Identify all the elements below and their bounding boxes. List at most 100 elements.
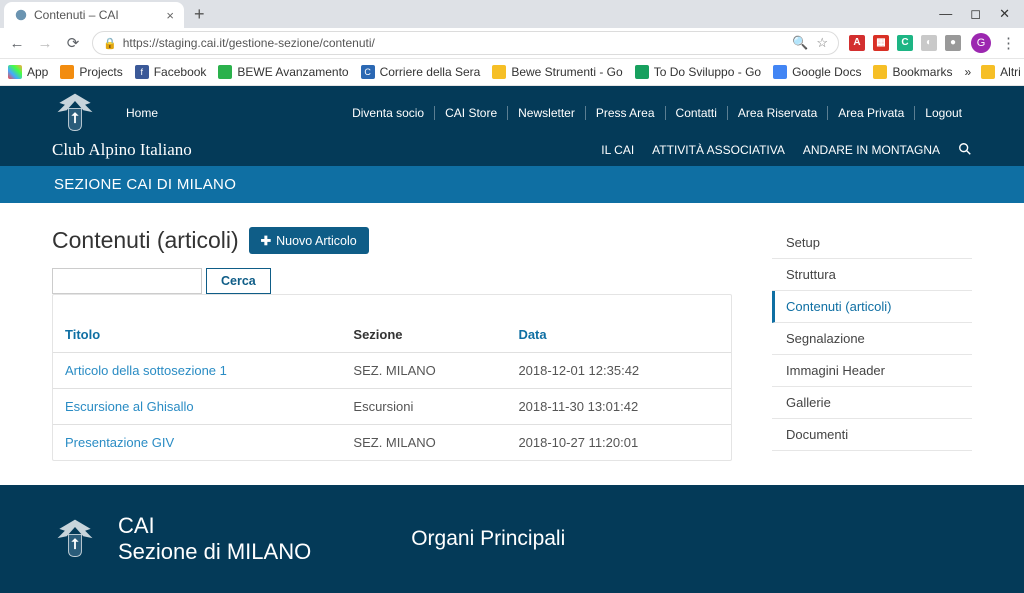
star-icon[interactable]: ☆ [816, 35, 828, 51]
site-title[interactable]: Club Alpino Italiano [52, 140, 192, 160]
maximize-icon[interactable]: ◻ [970, 6, 981, 22]
article-link[interactable]: Escursione al Ghisallo [65, 399, 194, 414]
side-gallerie[interactable]: Gallerie [772, 387, 972, 418]
drive-icon [492, 65, 506, 79]
nav-attivita[interactable]: ATTIVITÀ ASSOCIATIVA [652, 143, 785, 157]
search-input[interactable] [52, 268, 202, 294]
folder-icon [60, 65, 74, 79]
forward-button[interactable]: → [36, 35, 54, 52]
url-text: https://staging.cai.it/gestione-sezione/… [123, 36, 375, 50]
bookmark-bewe-av[interactable]: BEWE Avanzamento [218, 65, 348, 79]
ext-adobe-icon[interactable]: A [849, 35, 865, 51]
ext-red-icon[interactable]: ▦ [873, 35, 889, 51]
browser-tab[interactable]: Contenuti – CAI × [4, 2, 184, 28]
side-nav: Setup Struttura Contenuti (articoli) Seg… [772, 227, 972, 451]
content-area: Contenuti (articoli) ✚ Nuovo Articolo Ce… [0, 203, 1024, 485]
tab-favicon-icon [14, 8, 28, 22]
lock-icon: 🔒 [103, 37, 117, 50]
site-header: Home Diventa socio CAI Store Newsletter … [0, 86, 1024, 166]
sheet-icon [218, 65, 232, 79]
bookmark-todo[interactable]: To Do Sviluppo - Go [635, 65, 761, 79]
bookmark-bewe-str[interactable]: Bewe Strumenti - Go [492, 65, 622, 79]
side-struttura[interactable]: Struttura [772, 259, 972, 290]
ext-green-icon[interactable]: C [897, 35, 913, 51]
bookmark-overflow[interactable]: » [964, 65, 971, 79]
bookmark-facebook[interactable]: fFacebook [135, 65, 207, 79]
cell-sezione: SEZ. MILANO [341, 425, 506, 461]
search-button[interactable]: Cerca [206, 268, 271, 294]
search-icon[interactable] [958, 142, 972, 159]
new-article-button[interactable]: ✚ Nuovo Articolo [249, 227, 369, 254]
bookmark-bar: App Projects fFacebook BEWE Avanzamento … [0, 58, 1024, 86]
table-row: Presentazione GIV SEZ. MILANO 2018-10-27… [53, 425, 731, 461]
article-link[interactable]: Presentazione GIV [65, 435, 174, 450]
cell-sezione: Escursioni [341, 389, 506, 425]
bookmark-projects[interactable]: Projects [60, 65, 122, 79]
tab-title: Contenuti – CAI [34, 8, 119, 22]
minimize-icon[interactable]: — [939, 6, 952, 22]
plus-icon: ✚ [261, 233, 271, 248]
col-header-sezione: Sezione [341, 317, 506, 353]
util-newsletter[interactable]: Newsletter [508, 106, 586, 120]
side-segnalazione[interactable]: Segnalazione [772, 323, 972, 354]
bookmark-gdocs[interactable]: Google Docs [773, 65, 861, 79]
folder2-icon [873, 65, 887, 79]
side-contenuti[interactable]: Contenuti (articoli) [775, 291, 972, 322]
extension-icons: A ▦ C ◐ ● [849, 35, 961, 51]
bookmark-bookmarks[interactable]: Bookmarks [873, 65, 952, 79]
article-link[interactable]: Articolo della sottosezione 1 [65, 363, 227, 378]
tab-close-icon[interactable]: × [166, 8, 174, 23]
ext-grey2-icon[interactable]: ● [945, 35, 961, 51]
util-area-riservata[interactable]: Area Riservata [728, 106, 828, 120]
page-title: Contenuti (articoli) [52, 227, 239, 254]
footer-title-sezione: Sezione di MILANO [118, 539, 311, 565]
util-diventa-socio[interactable]: Diventa socio [342, 106, 435, 120]
util-cai-store[interactable]: CAI Store [435, 106, 508, 120]
section-header: SEZIONE CAI DI MILANO [0, 166, 1024, 203]
main-nav: IL CAI ATTIVITÀ ASSOCIATIVA ANDARE IN MO… [601, 142, 972, 159]
reload-button[interactable]: ⟳ [64, 34, 82, 52]
util-press-area[interactable]: Press Area [586, 106, 666, 120]
cai-logo-icon [52, 90, 98, 136]
facebook-icon: f [135, 65, 149, 79]
util-logout[interactable]: Logout [915, 106, 972, 120]
side-immagini[interactable]: Immagini Header [772, 355, 972, 386]
close-window-icon[interactable]: ✕ [999, 6, 1010, 22]
home-link[interactable]: Home [126, 106, 158, 120]
util-contatti[interactable]: Contatti [666, 106, 728, 120]
browser-chrome: Contenuti – CAI × + — ◻ ✕ ← → ⟳ 🔒 https:… [0, 0, 1024, 86]
cell-data: 2018-12-01 12:35:42 [506, 353, 731, 389]
sheet2-icon [635, 65, 649, 79]
util-area-privata[interactable]: Area Privata [828, 106, 915, 120]
bookmark-altri[interactable]: Altri Preferiti [981, 65, 1024, 79]
nav-il-cai[interactable]: IL CAI [601, 143, 634, 157]
footer-logo-icon [52, 516, 98, 562]
articles-table: Titolo Sezione Data Articolo della sotto… [53, 317, 731, 460]
zoom-icon[interactable]: 🔍 [792, 35, 808, 51]
browser-menu-icon[interactable]: ⋮ [1001, 34, 1016, 52]
new-tab-button[interactable]: + [194, 4, 205, 25]
col-header-titolo[interactable]: Titolo [65, 327, 100, 342]
profile-avatar[interactable]: G [971, 33, 991, 53]
cell-data: 2018-10-27 11:20:01 [506, 425, 731, 461]
cell-data: 2018-11-30 13:01:42 [506, 389, 731, 425]
ext-grey1-icon[interactable]: ◐ [921, 35, 937, 51]
side-documenti[interactable]: Documenti [772, 419, 972, 450]
back-button[interactable]: ← [8, 35, 26, 52]
gdocs-icon [773, 65, 787, 79]
col-header-data[interactable]: Data [518, 327, 546, 342]
nav-montagna[interactable]: ANDARE IN MONTAGNA [803, 143, 940, 157]
utility-nav: Diventa socio CAI Store Newsletter Press… [342, 106, 972, 120]
table-row: Articolo della sottosezione 1 SEZ. MILAN… [53, 353, 731, 389]
bookmark-corriere[interactable]: CCorriere della Sera [361, 65, 481, 79]
table-row: Escursione al Ghisallo Escursioni 2018-1… [53, 389, 731, 425]
address-bar: ← → ⟳ 🔒 https://staging.cai.it/gestione-… [0, 28, 1024, 58]
footer-organi: Organi Principali [411, 527, 565, 551]
site-footer: CAI Sezione di MILANO Organi Principali [0, 485, 1024, 593]
url-input[interactable]: 🔒 https://staging.cai.it/gestione-sezion… [92, 31, 839, 55]
cell-sezione: SEZ. MILANO [341, 353, 506, 389]
apps-button[interactable]: App [8, 65, 48, 79]
section-title: SEZIONE CAI DI MILANO [52, 176, 972, 193]
side-setup[interactable]: Setup [772, 227, 972, 258]
tab-bar: Contenuti – CAI × + — ◻ ✕ [0, 0, 1024, 28]
